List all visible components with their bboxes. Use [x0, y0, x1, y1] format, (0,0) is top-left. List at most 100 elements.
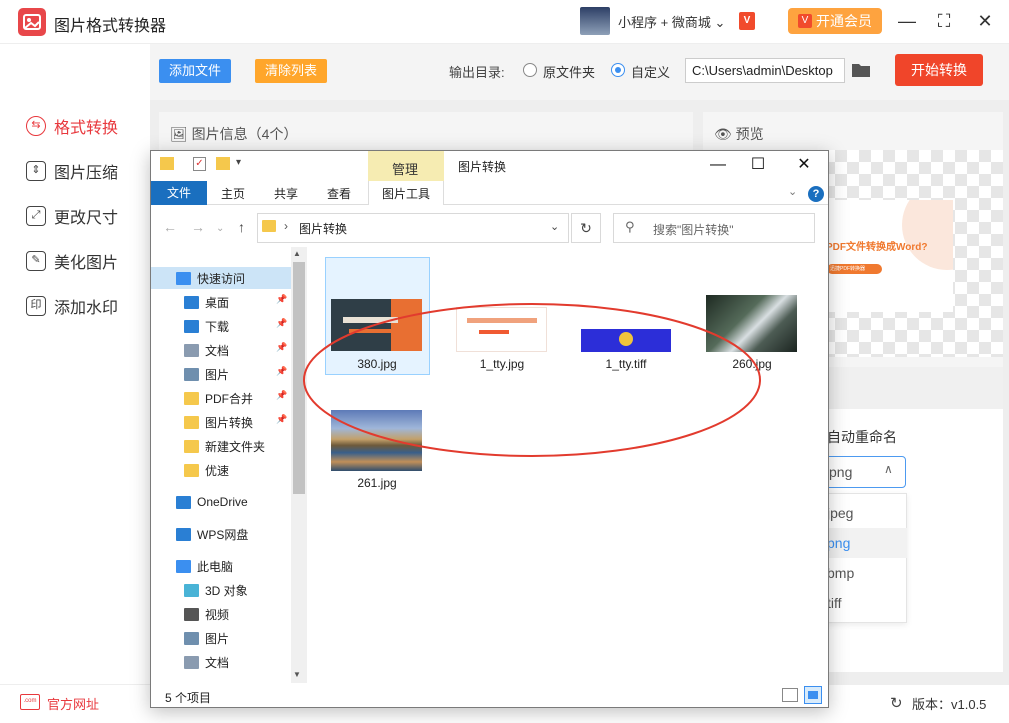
nav-item[interactable]: 文档 — [184, 652, 229, 672]
nav-item-label: 图片转换 — [205, 415, 254, 430]
tab-picture-tools[interactable]: 图片工具 — [382, 185, 430, 202]
radio-original-folder[interactable] — [523, 63, 537, 77]
radio-original-label: 原文件夹 — [543, 65, 596, 80]
address-folder-icon — [262, 220, 276, 232]
nav-item-icon — [184, 391, 199, 405]
back-arrow-icon[interactable]: ← — [163, 219, 177, 235]
properties-icon[interactable]: ✓ — [193, 157, 206, 171]
manage-tab-label: 管理 — [392, 162, 419, 177]
version-label: 版本：v1.0.5 — [912, 697, 987, 712]
sidebar-item-watermark[interactable]: 印添加水印 — [26, 294, 118, 318]
ribbon-tabs — [151, 181, 828, 205]
nav-item[interactable]: 下载 — [184, 316, 229, 336]
image-info-title: 🖼 图片信息（4个） — [170, 126, 298, 142]
output-path-input[interactable] — [685, 58, 845, 83]
app-logo-icon — [18, 8, 46, 36]
nav-item[interactable]: 图片 — [184, 628, 229, 648]
close-icon[interactable]: ✕ — [974, 10, 996, 32]
ribbon-expand-icon[interactable]: ⌄ — [788, 185, 797, 198]
explorer-minimize-icon[interactable]: — — [703, 154, 733, 176]
open-vip-button[interactable]: V 开通会员 — [788, 8, 882, 34]
vip-icon: V — [798, 14, 812, 28]
large-icons-view-icon[interactable] — [804, 686, 822, 704]
nav-item-icon — [184, 367, 199, 381]
preview-image-title: PDF文件转换成Word? — [826, 242, 928, 253]
pin-icon: 📌 — [276, 294, 288, 304]
explorer-close-icon[interactable]: ✕ — [789, 154, 819, 176]
tab-file[interactable]: 文件 — [151, 181, 207, 205]
search-placeholder: 搜索"图片转换" — [653, 223, 734, 237]
nav-item[interactable]: 视频 — [184, 604, 229, 624]
nav-item-icon — [184, 631, 199, 645]
nav-item-label: 图片 — [205, 631, 230, 646]
chevron-up-icon[interactable]: ∧ — [884, 462, 893, 476]
folder-browse-icon[interactable] — [851, 62, 871, 78]
scroll-up-icon[interactable]: ▲ — [293, 249, 301, 258]
nav-item-label: 此电脑 — [197, 559, 234, 574]
tab-view[interactable]: 查看 — [327, 185, 351, 202]
output-dir-label: 输出目录: — [449, 65, 505, 80]
quick-access-dropdown-icon[interactable]: ▾ — [236, 157, 241, 168]
nav-item[interactable]: 桌面 — [184, 292, 229, 312]
sidebar-item-resize[interactable]: ⤢ 更改尺寸 — [26, 204, 118, 228]
clear-list-button[interactable]: 清除列表 — [255, 59, 327, 83]
address-dropdown-icon[interactable]: ⌄ — [550, 220, 559, 233]
start-convert-button[interactable]: 开始转换 — [895, 54, 983, 86]
pin-icon: 📌 — [276, 390, 288, 400]
mini-program-link[interactable]: 小程序 + 微商城 ⌄ — [618, 12, 725, 31]
eye-icon: 👁 — [714, 126, 732, 142]
nav-item[interactable]: OneDrive — [176, 492, 248, 512]
explorer-window-title: 图片转换 — [458, 160, 507, 174]
scroll-down-icon[interactable]: ▼ — [293, 670, 301, 679]
sidebar-item-format-convert[interactable]: ⇆ 格式转换 — [26, 114, 118, 138]
search-icon: ⚲ — [625, 219, 635, 234]
pin-icon: 📌 — [276, 414, 288, 424]
update-icon[interactable]: ↻ — [890, 694, 903, 712]
folder-icon — [160, 157, 174, 170]
tab-home[interactable]: 主页 — [221, 185, 245, 202]
nav-item[interactable]: PDF合并 — [184, 388, 253, 408]
details-view-icon[interactable] — [782, 688, 798, 702]
user-avatar[interactable] — [580, 7, 610, 35]
radio-custom-folder[interactable] — [611, 63, 625, 77]
nav-item-icon — [176, 271, 191, 285]
forward-arrow-icon[interactable]: → — [191, 219, 205, 235]
nav-item[interactable]: 优速 — [184, 460, 229, 480]
nav-item[interactable]: 图片转换 — [184, 412, 253, 432]
new-folder-icon[interactable] — [216, 157, 230, 170]
nav-item[interactable]: 3D 对象 — [184, 580, 248, 600]
radio-custom-label: 自定义 — [631, 65, 671, 80]
nav-item-icon — [184, 319, 199, 333]
nav-item-label: 下载 — [205, 319, 230, 334]
up-arrow-icon[interactable]: ↑ — [238, 219, 245, 235]
sidebar-item-beautify[interactable]: ✎ 美化图片 — [26, 249, 118, 273]
minimize-icon[interactable]: — — [896, 10, 918, 32]
nav-item[interactable]: 此电脑 — [176, 556, 233, 576]
help-icon[interactable]: ? — [808, 186, 824, 202]
nav-item-label: 文档 — [205, 655, 230, 670]
nav-item[interactable]: 文档 — [184, 340, 229, 360]
resize-icon: ⤢ — [26, 206, 46, 226]
nav-item[interactable]: WPS网盘 — [176, 524, 248, 544]
maximize-icon[interactable]: ⛶ — [933, 10, 955, 32]
nav-item[interactable]: 快速访问 — [176, 268, 245, 288]
nav-item[interactable]: 新建文件夹 — [184, 436, 265, 456]
add-file-button[interactable]: 添加文件 — [159, 59, 231, 83]
status-bar — [151, 683, 828, 707]
sidebar-item-compress[interactable]: ⇕ 图片压缩 — [26, 159, 118, 183]
nav-item[interactable]: 图片 — [184, 364, 229, 384]
nav-item-icon — [184, 583, 199, 597]
nav-item-icon — [184, 439, 199, 453]
nav-item-icon — [184, 415, 199, 429]
nav-item-icon — [184, 343, 199, 357]
chevron-down-icon: ⌄ — [714, 15, 726, 30]
auto-rename-label: 自动重命名 — [827, 429, 897, 445]
breadcrumb-separator-icon[interactable]: › — [284, 219, 288, 233]
refresh-icon[interactable]: ↻ — [571, 213, 601, 243]
recent-dropdown-icon[interactable]: ⌄ — [216, 223, 224, 234]
file-name-261[interactable]: 261.jpg — [322, 476, 432, 490]
official-site-link[interactable]: 官方网址 — [47, 694, 99, 713]
explorer-maximize-icon[interactable]: ☐ — [743, 154, 773, 176]
tab-share[interactable]: 共享 — [274, 185, 298, 202]
breadcrumb-current[interactable]: 图片转换 — [299, 220, 347, 237]
